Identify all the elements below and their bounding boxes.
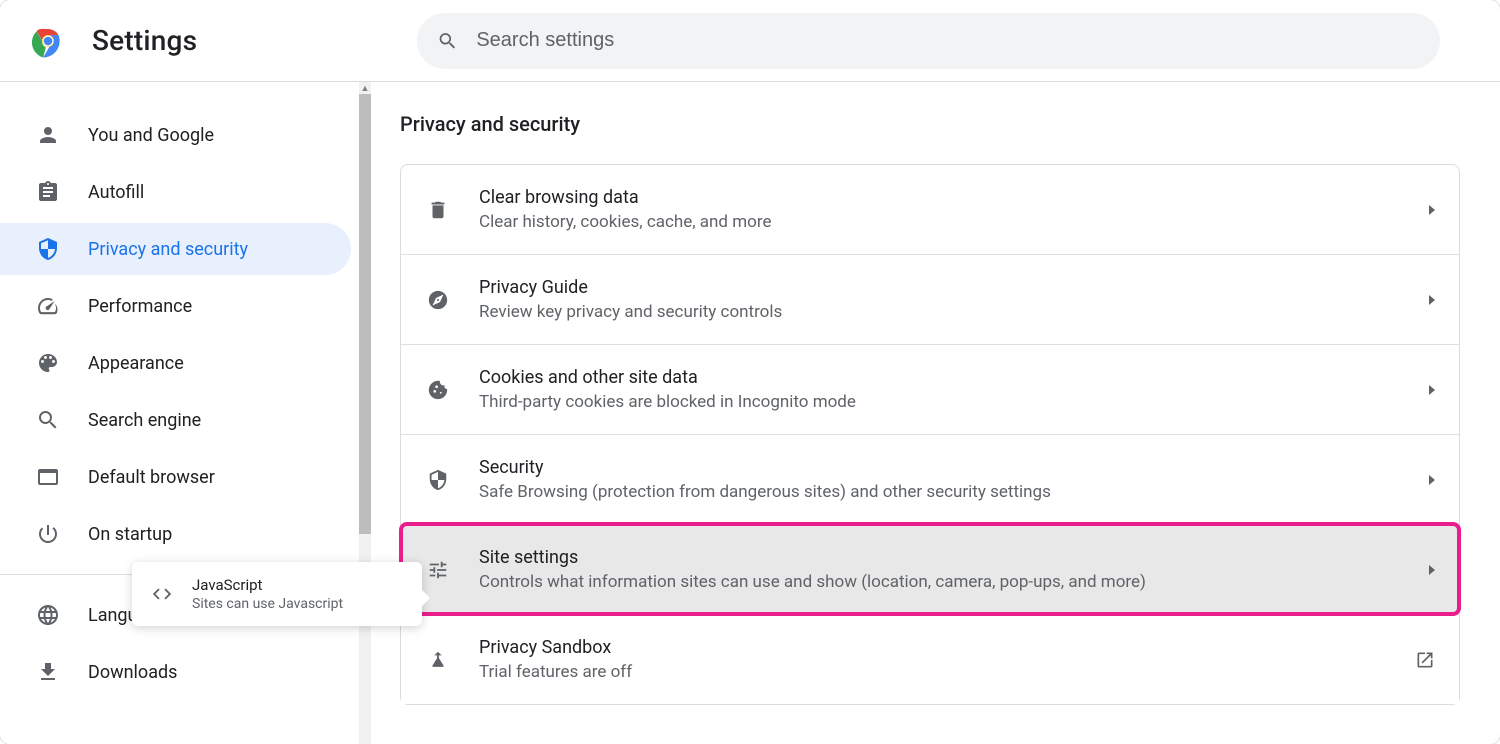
- download-icon: [36, 660, 60, 684]
- sidebar-item-privacy-and-security[interactable]: Privacy and security: [0, 223, 351, 275]
- cookie-icon: [425, 377, 451, 403]
- chrome-logo-icon: [30, 23, 66, 59]
- chevron-right-icon: [1429, 385, 1435, 395]
- clipboard-icon: [36, 180, 60, 204]
- sidebar-item-downloads[interactable]: Downloads: [0, 646, 351, 698]
- person-icon: [36, 123, 60, 147]
- sidebar-item-label: On startup: [88, 524, 172, 545]
- browser-icon: [36, 465, 60, 489]
- scrollbar-thumb[interactable]: [359, 94, 371, 534]
- delete-icon: [425, 197, 451, 223]
- row-subtitle: Third-party cookies are blocked in Incog…: [479, 392, 1429, 412]
- sidebar-item-label: Search engine: [88, 410, 201, 431]
- power-icon: [36, 522, 60, 546]
- code-icon: [150, 582, 174, 606]
- external-link-icon: [1415, 650, 1435, 670]
- sidebar-item-on-startup[interactable]: On startup: [0, 508, 351, 560]
- chevron-right-icon: [1429, 295, 1435, 305]
- row-subtitle: Review key privacy and security controls: [479, 302, 1429, 322]
- row-security[interactable]: Security Safe Browsing (protection from …: [401, 434, 1459, 524]
- globe-icon: [36, 603, 60, 627]
- row-title: Clear browsing data: [479, 187, 1429, 208]
- page-title: Settings: [92, 24, 197, 57]
- search-icon: [437, 30, 458, 52]
- row-title: Site settings: [479, 547, 1429, 568]
- search-box[interactable]: [417, 13, 1440, 69]
- scrollbar[interactable]: ▲: [359, 82, 371, 744]
- tooltip-javascript: JavaScript Sites can use Javascript: [132, 562, 422, 626]
- row-cookies[interactable]: Cookies and other site data Third-party …: [401, 344, 1459, 434]
- search-input[interactable]: [476, 29, 1420, 52]
- row-subtitle: Clear history, cookies, cache, and more: [479, 212, 1429, 232]
- header: Settings: [0, 0, 1500, 82]
- sidebar-item-label: Appearance: [88, 353, 184, 374]
- sidebar-item-performance[interactable]: Performance: [0, 280, 351, 332]
- tune-icon: [425, 557, 451, 583]
- sidebar-item-appearance[interactable]: Appearance: [0, 337, 351, 389]
- search-icon: [36, 408, 60, 432]
- sidebar-item-label: Privacy and security: [88, 239, 248, 260]
- sidebar-item-label: Performance: [88, 296, 192, 317]
- shield-icon: [36, 237, 60, 261]
- row-subtitle: Safe Browsing (protection from dangerous…: [479, 482, 1429, 502]
- sidebar-item-default-browser[interactable]: Default browser: [0, 451, 351, 503]
- sidebar-item-search-engine[interactable]: Search engine: [0, 394, 351, 446]
- sidebar-item-label: Default browser: [88, 467, 215, 488]
- row-title: Privacy Guide: [479, 277, 1429, 298]
- row-site-settings[interactable]: Site settings Controls what information …: [401, 524, 1459, 614]
- settings-card: Clear browsing data Clear history, cooki…: [400, 164, 1460, 705]
- row-subtitle: Controls what information sites can use …: [479, 572, 1429, 592]
- tooltip-title: JavaScript: [192, 576, 343, 594]
- chevron-right-icon: [1429, 205, 1435, 215]
- security-icon: [425, 467, 451, 493]
- row-subtitle: Trial features are off: [479, 662, 1415, 682]
- speedometer-icon: [36, 294, 60, 318]
- section-title: Privacy and security: [400, 112, 1460, 136]
- sidebar-item-label: You and Google: [88, 125, 214, 146]
- chevron-right-icon: [1429, 565, 1435, 575]
- scroll-up-icon[interactable]: ▲: [359, 82, 371, 94]
- row-title: Security: [479, 457, 1429, 478]
- compass-icon: [425, 287, 451, 313]
- row-privacy-guide[interactable]: Privacy Guide Review key privacy and sec…: [401, 254, 1459, 344]
- row-privacy-sandbox[interactable]: Privacy Sandbox Trial features are off: [401, 614, 1459, 704]
- row-clear-browsing-data[interactable]: Clear browsing data Clear history, cooki…: [401, 165, 1459, 254]
- row-title: Cookies and other site data: [479, 367, 1429, 388]
- sidebar-item-you-and-google[interactable]: You and Google: [0, 109, 351, 161]
- main-content: Privacy and security Clear browsing data…: [360, 82, 1500, 744]
- chevron-right-icon: [1429, 475, 1435, 485]
- sidebar-item-label: Autofill: [88, 182, 144, 203]
- row-title: Privacy Sandbox: [479, 637, 1415, 658]
- palette-icon: [36, 351, 60, 375]
- sidebar: You and Google Autofill Privacy and secu…: [0, 82, 360, 744]
- sidebar-item-label: Downloads: [88, 662, 177, 683]
- tooltip-subtitle: Sites can use Javascript: [192, 596, 343, 612]
- sidebar-item-autofill[interactable]: Autofill: [0, 166, 351, 218]
- flask-icon: [425, 647, 451, 673]
